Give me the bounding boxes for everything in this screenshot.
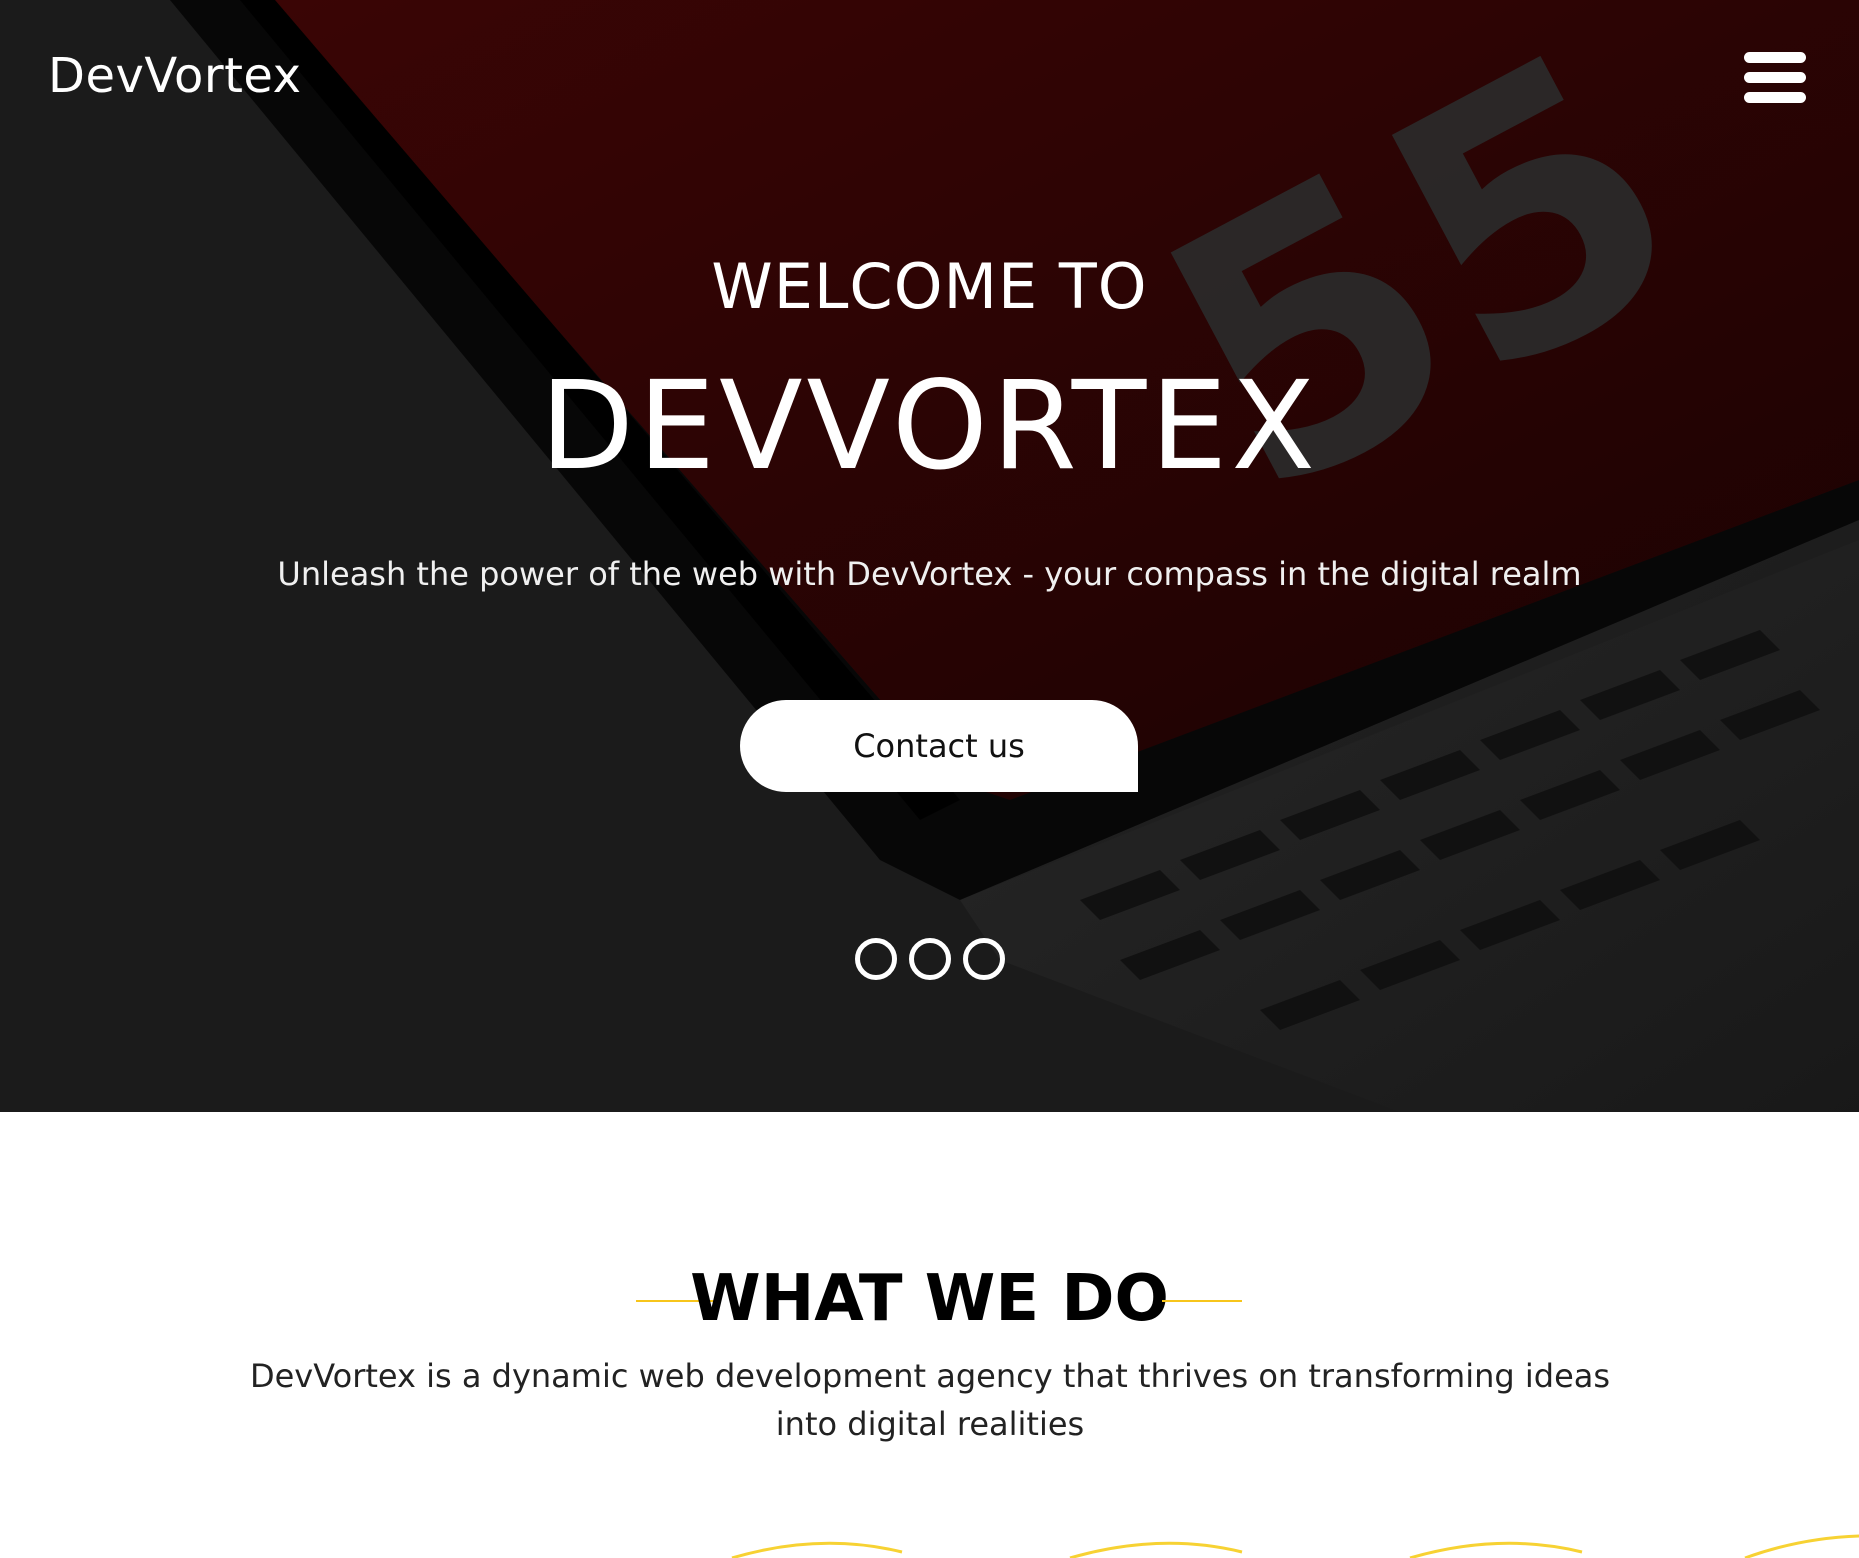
carousel-indicators <box>0 938 1859 982</box>
service-card-arcs <box>731 1534 1859 1558</box>
service-arc-2 <box>1069 1541 1243 1558</box>
service-arc-3 <box>1409 1541 1583 1558</box>
hero-content: WELCOME TO DEVVORTEX Unleash the power o… <box>0 0 1859 1112</box>
hero-section: 55 DevVortex WELCOME TO DEVVORTEX Unleas… <box>0 0 1859 1112</box>
heading-divider-right <box>1162 1300 1242 1302</box>
carousel-indicator-1[interactable] <box>854 938 897 980</box>
hero-tagline: Unleash the power of the web with DevVor… <box>277 555 1582 593</box>
hero-welcome-text: WELCOME TO <box>711 250 1148 323</box>
service-arc-4 <box>1744 1534 1859 1558</box>
hero-headline: DEVVORTEX <box>540 355 1319 497</box>
carousel-indicator-3[interactable] <box>962 938 1005 980</box>
section-heading: WHAT WE DO <box>690 1262 1169 1336</box>
service-arc-1 <box>731 1541 903 1558</box>
section-description: DevVortex is a dynamic web development a… <box>249 1357 1611 1443</box>
what-we-do-section: WHAT WE DO DevVortex is a dynamic web de… <box>0 1112 1859 1558</box>
carousel-indicator-2[interactable] <box>908 938 951 980</box>
contact-us-button[interactable]: Contact us <box>740 700 1138 792</box>
